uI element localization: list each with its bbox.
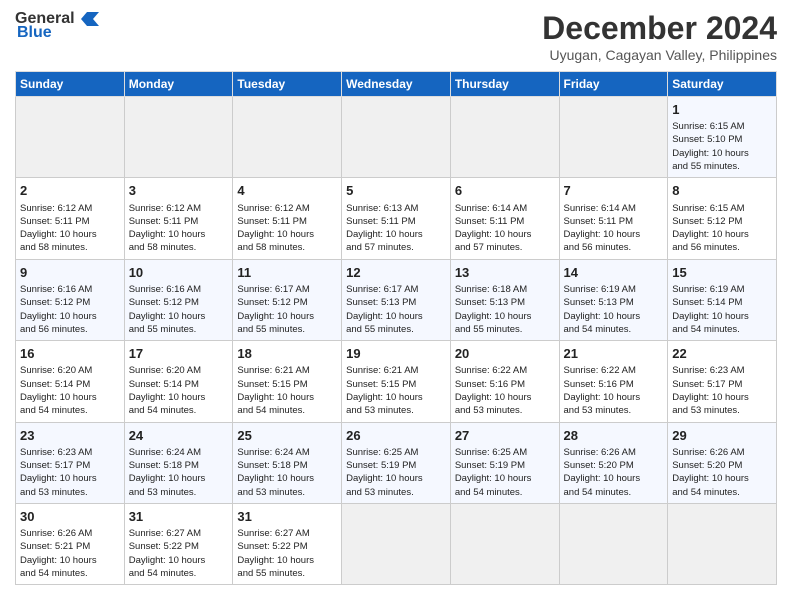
calendar-cell: 3Sunrise: 6:12 AMSunset: 5:11 PMDaylight… [124, 178, 233, 259]
day-number: 29 [672, 427, 772, 445]
day-number: 12 [346, 264, 446, 282]
calendar-week-row: 2Sunrise: 6:12 AMSunset: 5:11 PMDaylight… [16, 178, 777, 259]
calendar-week-row: 23Sunrise: 6:23 AMSunset: 5:17 PMDayligh… [16, 422, 777, 503]
day-number: 24 [129, 427, 229, 445]
day-number: 31 [237, 508, 337, 526]
calendar-cell [233, 97, 342, 178]
day-number: 23 [20, 427, 120, 445]
calendar-cell: 24Sunrise: 6:24 AMSunset: 5:18 PMDayligh… [124, 422, 233, 503]
day-number: 2 [20, 182, 120, 200]
col-friday: Friday [559, 72, 668, 97]
col-monday: Monday [124, 72, 233, 97]
day-number: 5 [346, 182, 446, 200]
calendar-cell: 30Sunrise: 6:26 AMSunset: 5:21 PMDayligh… [16, 503, 125, 584]
day-number: 10 [129, 264, 229, 282]
calendar-cell [559, 503, 668, 584]
calendar-cell: 17Sunrise: 6:20 AMSunset: 5:14 PMDayligh… [124, 341, 233, 422]
day-number: 21 [564, 345, 664, 363]
col-wednesday: Wednesday [342, 72, 451, 97]
day-number: 9 [20, 264, 120, 282]
calendar-cell: 2Sunrise: 6:12 AMSunset: 5:11 PMDaylight… [16, 178, 125, 259]
calendar-cell: 12Sunrise: 6:17 AMSunset: 5:13 PMDayligh… [342, 259, 451, 340]
calendar-cell: 4Sunrise: 6:12 AMSunset: 5:11 PMDaylight… [233, 178, 342, 259]
calendar-week-row: 9Sunrise: 6:16 AMSunset: 5:12 PMDaylight… [16, 259, 777, 340]
calendar-cell [342, 503, 451, 584]
calendar-cell: 13Sunrise: 6:18 AMSunset: 5:13 PMDayligh… [450, 259, 559, 340]
day-number: 27 [455, 427, 555, 445]
calendar-cell: 27Sunrise: 6:25 AMSunset: 5:19 PMDayligh… [450, 422, 559, 503]
day-number: 15 [672, 264, 772, 282]
calendar-cell [450, 503, 559, 584]
calendar-cell: 5Sunrise: 6:13 AMSunset: 5:11 PMDaylight… [342, 178, 451, 259]
calendar-cell: 6Sunrise: 6:14 AMSunset: 5:11 PMDaylight… [450, 178, 559, 259]
day-number: 11 [237, 264, 337, 282]
col-saturday: Saturday [668, 72, 777, 97]
logo-blue: Blue [17, 24, 52, 42]
col-tuesday: Tuesday [233, 72, 342, 97]
header: General Blue December 2024 Uyugan, Cagay… [15, 10, 777, 63]
day-number: 7 [564, 182, 664, 200]
logo: General Blue [15, 10, 99, 42]
day-number: 18 [237, 345, 337, 363]
calendar-cell [559, 97, 668, 178]
main-title: December 2024 [542, 10, 777, 47]
day-number: 8 [672, 182, 772, 200]
calendar-cell [668, 503, 777, 584]
day-number: 13 [455, 264, 555, 282]
calendar-cell: 26Sunrise: 6:25 AMSunset: 5:19 PMDayligh… [342, 422, 451, 503]
calendar-table: Sunday Monday Tuesday Wednesday Thursday… [15, 71, 777, 585]
day-number: 31 [129, 508, 229, 526]
calendar-cell: 14Sunrise: 6:19 AMSunset: 5:13 PMDayligh… [559, 259, 668, 340]
day-number: 30 [20, 508, 120, 526]
calendar-cell: 21Sunrise: 6:22 AMSunset: 5:16 PMDayligh… [559, 341, 668, 422]
calendar-cell: 16Sunrise: 6:20 AMSunset: 5:14 PMDayligh… [16, 341, 125, 422]
col-thursday: Thursday [450, 72, 559, 97]
calendar-week-row: 1Sunrise: 6:15 AMSunset: 5:10 PMDaylight… [16, 97, 777, 178]
calendar-cell: 20Sunrise: 6:22 AMSunset: 5:16 PMDayligh… [450, 341, 559, 422]
calendar-cell [342, 97, 451, 178]
day-number: 17 [129, 345, 229, 363]
logo-icon [77, 10, 99, 28]
header-row: Sunday Monday Tuesday Wednesday Thursday… [16, 72, 777, 97]
calendar-cell [16, 97, 125, 178]
page-container: General Blue December 2024 Uyugan, Cagay… [0, 0, 792, 590]
calendar-cell [450, 97, 559, 178]
calendar-cell: 9Sunrise: 6:16 AMSunset: 5:12 PMDaylight… [16, 259, 125, 340]
calendar-cell [124, 97, 233, 178]
calendar-cell: 31Sunrise: 6:27 AMSunset: 5:22 PMDayligh… [124, 503, 233, 584]
calendar-cell: 1Sunrise: 6:15 AMSunset: 5:10 PMDaylight… [668, 97, 777, 178]
calendar-week-row: 16Sunrise: 6:20 AMSunset: 5:14 PMDayligh… [16, 341, 777, 422]
day-number: 16 [20, 345, 120, 363]
day-number: 19 [346, 345, 446, 363]
day-number: 26 [346, 427, 446, 445]
day-number: 6 [455, 182, 555, 200]
calendar-cell: 23Sunrise: 6:23 AMSunset: 5:17 PMDayligh… [16, 422, 125, 503]
calendar-cell: 10Sunrise: 6:16 AMSunset: 5:12 PMDayligh… [124, 259, 233, 340]
day-number: 14 [564, 264, 664, 282]
day-number: 20 [455, 345, 555, 363]
calendar-cell: 25Sunrise: 6:24 AMSunset: 5:18 PMDayligh… [233, 422, 342, 503]
calendar-cell: 29Sunrise: 6:26 AMSunset: 5:20 PMDayligh… [668, 422, 777, 503]
calendar-cell: 15Sunrise: 6:19 AMSunset: 5:14 PMDayligh… [668, 259, 777, 340]
calendar-cell: 19Sunrise: 6:21 AMSunset: 5:15 PMDayligh… [342, 341, 451, 422]
day-number: 1 [672, 101, 772, 119]
calendar-cell: 28Sunrise: 6:26 AMSunset: 5:20 PMDayligh… [559, 422, 668, 503]
col-sunday: Sunday [16, 72, 125, 97]
subtitle: Uyugan, Cagayan Valley, Philippines [542, 47, 777, 63]
day-number: 4 [237, 182, 337, 200]
day-number: 28 [564, 427, 664, 445]
calendar-cell: 22Sunrise: 6:23 AMSunset: 5:17 PMDayligh… [668, 341, 777, 422]
calendar-cell: 18Sunrise: 6:21 AMSunset: 5:15 PMDayligh… [233, 341, 342, 422]
title-block: December 2024 Uyugan, Cagayan Valley, Ph… [542, 10, 777, 63]
calendar-cell: 8Sunrise: 6:15 AMSunset: 5:12 PMDaylight… [668, 178, 777, 259]
calendar-week-row: 30Sunrise: 6:26 AMSunset: 5:21 PMDayligh… [16, 503, 777, 584]
day-number: 25 [237, 427, 337, 445]
calendar-cell: 7Sunrise: 6:14 AMSunset: 5:11 PMDaylight… [559, 178, 668, 259]
day-number: 22 [672, 345, 772, 363]
day-number: 3 [129, 182, 229, 200]
calendar-cell: 31Sunrise: 6:27 AMSunset: 5:22 PMDayligh… [233, 503, 342, 584]
calendar-cell: 11Sunrise: 6:17 AMSunset: 5:12 PMDayligh… [233, 259, 342, 340]
